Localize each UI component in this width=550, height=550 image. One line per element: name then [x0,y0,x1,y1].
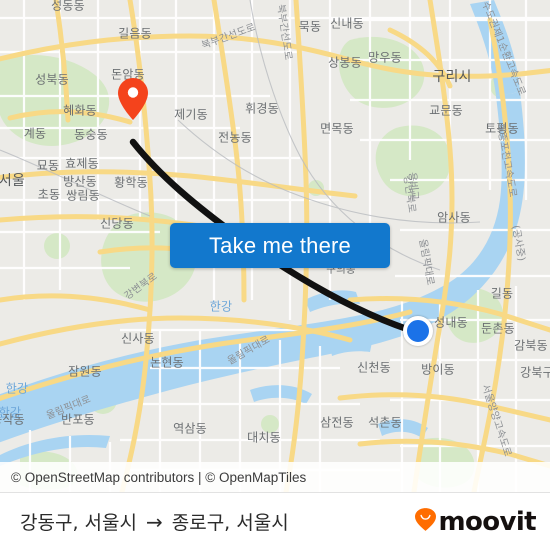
map-attribution: © OpenStreetMap contributors | © OpenMap… [0,462,550,492]
moovit-wordmark: moovit [438,506,536,537]
arrow-right-icon: → [145,509,163,534]
moovit-map-screen: 성동동 길음동 북부간선도로 북부간선도로 묵동 신내동 수도권제1순환고속도로 성북동 돈암동… [0,0,550,550]
attribution-text: © OpenStreetMap contributors | © OpenMap… [11,469,307,485]
take-me-there-button[interactable]: Take me there [170,223,390,268]
moovit-logo[interactable]: moovit [415,506,537,537]
origin-pin-icon[interactable] [118,78,148,120]
route-destination-label: 종로구, 서울시 [171,512,289,534]
moovit-pin-icon [415,507,437,536]
route-origin-label: 강동구, 서울시 [20,512,137,534]
footer-bar: 강동구, 서울시 → 종로구, 서울시 moovit [0,492,550,550]
route-summary: 강동구, 서울시 → 종로구, 서울시 [20,508,289,535]
destination-dot-icon[interactable] [403,316,433,346]
map-canvas[interactable]: 성동동 길음동 북부간선도로 북부간선도로 묵동 신내동 수도권제1순환고속도로 성북동 돈암동… [0,0,550,492]
